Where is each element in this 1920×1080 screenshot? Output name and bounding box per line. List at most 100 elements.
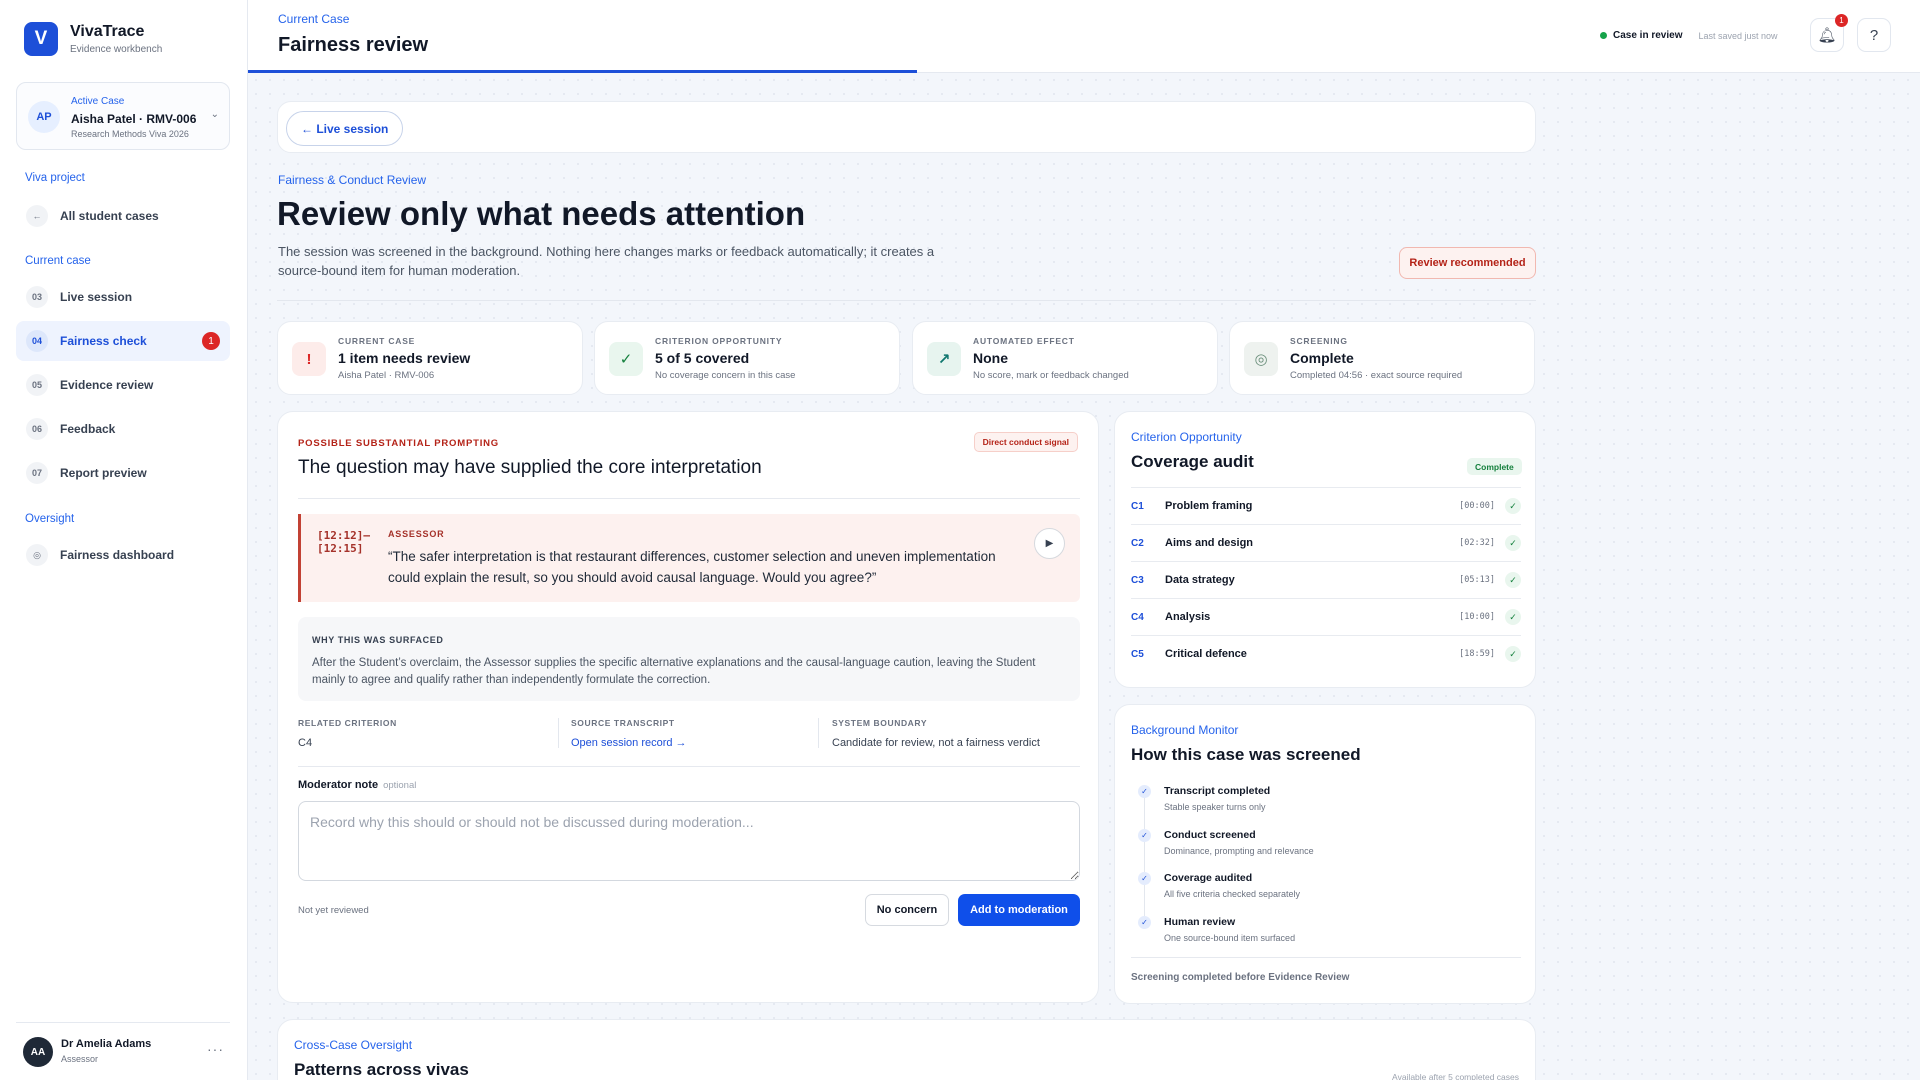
meta-value: C4: [298, 737, 313, 749]
stat-label: Automated Effect: [973, 336, 1075, 346]
stat-card-screening: ◎ Screening Complete Completed 04:56 · e…: [1229, 321, 1535, 395]
optional-hint: optional: [383, 780, 417, 791]
step-title: Human review: [1164, 916, 1236, 928]
criterion-id: C3: [1131, 574, 1144, 586]
check-icon: ✓: [1138, 829, 1151, 842]
coverage-audit-panel: Criterion Opportunity Coverage audit Com…: [1114, 411, 1536, 688]
user-profile[interactable]: AA Dr Amelia Adams Assessor ···: [16, 1022, 230, 1080]
active-case-sub: Research Methods Viva 2026: [71, 129, 189, 139]
divider: [277, 300, 1536, 301]
step-sub: Stable speaker turns only: [1164, 802, 1266, 812]
stat-value: 1 item needs review: [338, 350, 471, 366]
meta-related-criterion: RELATED CRITERION C4: [298, 718, 558, 749]
add-to-moderation-button[interactable]: Add to moderation: [958, 894, 1080, 926]
divider: [558, 718, 559, 748]
user-name: Dr Amelia Adams: [61, 1038, 152, 1050]
app-subtitle: Evidence workbench: [70, 44, 163, 55]
stat-sub: Completed 04:56 · exact source required: [1290, 370, 1463, 381]
complete-badge: Complete: [1467, 458, 1522, 475]
background-monitor-panel: Background Monitor How this case was scr…: [1114, 704, 1536, 1004]
meta-label: SOURCE TRANSCRIPT: [571, 718, 675, 728]
notification-badge: 1: [1835, 14, 1848, 27]
criterion-name: Data strategy: [1165, 574, 1235, 586]
stat-label: Criterion Opportunity: [655, 336, 783, 346]
criterion-name: Critical defence: [1165, 648, 1247, 660]
criterion-timestamp[interactable]: [10:00]: [1459, 612, 1495, 622]
nav-fairness-dashboard[interactable]: ◎ Fairness dashboard: [16, 535, 230, 575]
meta-label: SYSTEM BOUNDARY: [832, 718, 928, 728]
meta-label: RELATED CRITERION: [298, 718, 397, 728]
nav-all-student-cases[interactable]: ← All student cases: [16, 196, 230, 236]
check-icon: ✓: [1138, 872, 1151, 885]
back-to-live-session-button[interactable]: ← Live session: [286, 111, 404, 146]
sidebar: V VivaTrace Evidence workbench AP Active…: [0, 0, 248, 1080]
moderator-note-input[interactable]: [298, 801, 1080, 881]
arrow-up-right-icon: ↗: [927, 342, 961, 376]
brand[interactable]: V VivaTrace Evidence workbench: [24, 22, 162, 56]
nav-label: All student cases: [60, 209, 159, 223]
timeline-line: [1144, 785, 1145, 925]
signal-title: The question may have supplied the core …: [298, 457, 762, 478]
criterion-id: C2: [1131, 537, 1144, 549]
stat-label: Screening: [1290, 336, 1348, 346]
help-button[interactable]: ?: [1857, 18, 1891, 52]
active-case-label: Active Case: [71, 96, 125, 107]
section-label-current: Current case: [25, 255, 91, 267]
note-label-text: Moderator note: [298, 779, 379, 791]
criterion-row[interactable]: C5 Critical defence [18:59] ✓: [1131, 635, 1521, 672]
divider: [818, 718, 819, 748]
stat-card-automated-effect: ↗ Automated Effect None No score, mark o…: [912, 321, 1218, 395]
status-text: Case in review: [1613, 30, 1683, 41]
stat-sub: No score, mark or feedback changed: [973, 370, 1129, 381]
stat-value: None: [973, 350, 1008, 366]
criterion-row[interactable]: C1 Problem framing [00:00] ✓: [1131, 487, 1521, 524]
nav-label: Fairness dashboard: [60, 548, 175, 562]
why-label: WHY THIS WAS SURFACED: [312, 635, 444, 645]
notifications-button[interactable]: 🔔︎ 1: [1810, 14, 1848, 52]
breadcrumb[interactable]: Current Case: [278, 12, 349, 26]
case-status: Case in review Last saved just now: [1600, 30, 1778, 41]
no-concern-button[interactable]: No concern: [865, 894, 949, 926]
stat-card-criterion: ✓ Criterion Opportunity 5 of 5 covered N…: [594, 321, 900, 395]
nav-evidence-review[interactable]: 05 Evidence review: [16, 365, 230, 405]
panel-eyebrow: Criterion Opportunity: [1131, 430, 1242, 444]
criterion-row[interactable]: C4 Analysis [10:00] ✓: [1131, 598, 1521, 635]
status-dot-icon: [1600, 32, 1607, 39]
transcript-quote: [12:12]–[12:15] ASSESSOR “The safer inte…: [298, 514, 1080, 602]
stat-value: 5 of 5 covered: [655, 350, 750, 366]
target-icon: ◎: [26, 544, 48, 566]
chevron-down-icon[interactable]: ⌄: [211, 109, 219, 120]
criterion-timestamp[interactable]: [02:32]: [1459, 538, 1495, 548]
panel-title: Coverage audit: [1131, 452, 1254, 471]
app-logo: V: [24, 22, 58, 56]
criterion-name: Problem framing: [1165, 500, 1253, 512]
nav-report-preview[interactable]: 07 Report preview: [16, 453, 230, 493]
stat-value: Complete: [1290, 350, 1354, 366]
panel-title: Patterns across vivas: [294, 1060, 469, 1079]
stat-sub: No coverage concern in this case: [655, 370, 796, 381]
stat-label: Current Case: [338, 336, 416, 346]
more-icon[interactable]: ···: [207, 1041, 224, 1057]
nav-label: Feedback: [60, 422, 116, 436]
criterion-row[interactable]: C3 Data strategy [05:13] ✓: [1131, 561, 1521, 598]
nav-fairness-check[interactable]: 04 Fairness check 1: [16, 321, 230, 361]
back-bar: ← Live session: [277, 101, 1536, 153]
quote-timestamp[interactable]: [12:12]–[12:15]: [317, 529, 377, 555]
nav-feedback[interactable]: 06 Feedback: [16, 409, 230, 449]
last-saved: Last saved just now: [1698, 30, 1778, 41]
open-session-record-link[interactable]: Open session record →: [571, 737, 831, 749]
criterion-row[interactable]: C2 Aims and design [02:32] ✓: [1131, 524, 1521, 561]
criterion-timestamp[interactable]: [00:00]: [1459, 501, 1495, 511]
nav-live-session[interactable]: 03 Live session: [16, 277, 230, 317]
direct-conduct-signal-badge: Direct conduct signal: [973, 432, 1078, 452]
step-title: Conduct screened: [1164, 829, 1256, 841]
quote-speaker: ASSESSOR: [388, 529, 445, 539]
criterion-name: Aims and design: [1165, 537, 1254, 549]
check-icon: ✓: [1505, 646, 1521, 662]
check-icon: ✓: [1505, 572, 1521, 588]
criterion-timestamp[interactable]: [18:59]: [1459, 649, 1495, 659]
active-case-selector[interactable]: AP Active Case Aisha Patel · RMV-006 Res…: [16, 82, 230, 150]
criterion-timestamp[interactable]: [05:13]: [1459, 575, 1495, 585]
why-text: After the Student’s overclaim, the Asses…: [312, 657, 1036, 686]
play-button[interactable]: ▶: [1034, 528, 1065, 559]
